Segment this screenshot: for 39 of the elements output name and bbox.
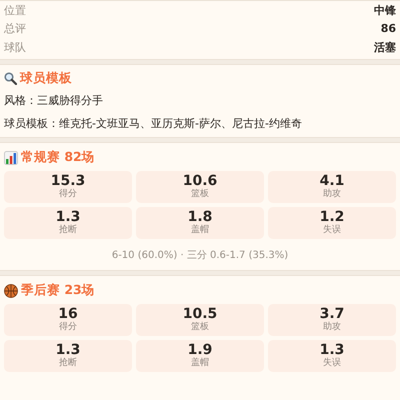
- info-value: 活塞: [374, 40, 396, 55]
- stat-label: 抢断: [59, 358, 77, 369]
- shooting-summary: 6-10 (60.0%) · 三分 0.6-1.7 (35.3%): [112, 248, 288, 262]
- section-title: 球员模板: [20, 70, 72, 87]
- info-label: 总评: [4, 21, 26, 36]
- stat-value: 3.7: [320, 306, 344, 322]
- stat-value: 16: [58, 306, 78, 322]
- stat-label: 助攻: [323, 322, 341, 333]
- stat-label: 失误: [323, 358, 341, 369]
- stat-label: 抢断: [59, 225, 77, 236]
- stat-value: 10.5: [182, 306, 218, 322]
- info-label: 位置: [4, 2, 26, 18]
- search-icon: [4, 72, 17, 85]
- stat-value: 1.9: [188, 342, 212, 358]
- template-text: 球员模板：维克托-文班亚马、亚历克斯-萨尔、尼古拉-约维奇: [3, 116, 303, 132]
- stat-value: 1.3: [56, 209, 80, 225]
- stat-label: 盖帽: [191, 358, 209, 369]
- stat-value: 4.1: [320, 173, 344, 189]
- stat-value: 1.3: [56, 342, 80, 358]
- stat-label: 得分: [59, 189, 77, 200]
- basketball-icon: [4, 284, 18, 298]
- stat-label: 得分: [59, 322, 77, 333]
- stat-label: 篮板: [191, 189, 209, 200]
- info-value: 86: [380, 22, 396, 36]
- stat-label: 篮板: [191, 322, 209, 333]
- stat-value: 1.8: [188, 209, 212, 225]
- bar-chart-icon: [4, 150, 18, 164]
- info-label: 球队: [4, 40, 26, 55]
- stat-label: 失误: [323, 225, 341, 236]
- stat-value: 1.3: [320, 342, 344, 358]
- stat-value: 10.6: [182, 173, 218, 189]
- stat-label: 盖帽: [191, 225, 209, 236]
- stat-value: 15.3: [50, 173, 86, 189]
- info-value: 中锋: [374, 2, 396, 18]
- stat-label: 助攻: [323, 189, 341, 200]
- stat-value: 1.2: [320, 209, 344, 225]
- section-title: 季后赛 23场: [21, 282, 95, 299]
- section-title: 常规赛 82场: [21, 149, 95, 166]
- template-text: 风格：三威胁得分手: [3, 92, 104, 108]
